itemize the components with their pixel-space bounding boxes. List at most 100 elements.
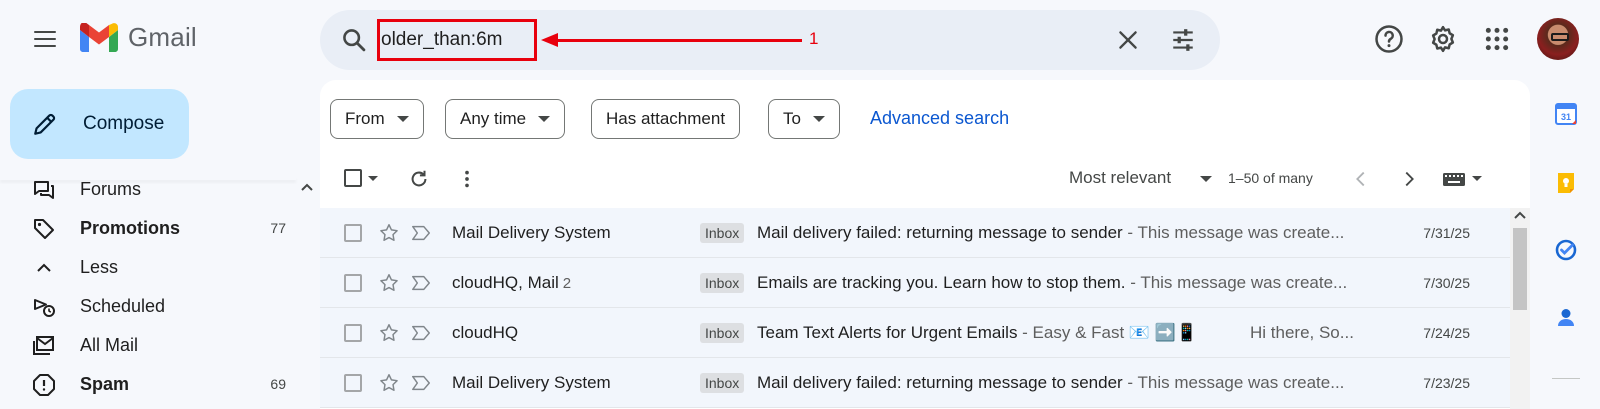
sidebar-item-label: Scheduled — [80, 295, 166, 316]
annotation-arrow-line — [550, 39, 802, 42]
row-checkbox[interactable] — [344, 274, 362, 292]
next-page-icon[interactable] — [1398, 168, 1420, 190]
sidebar-item-spam[interactable]: Spam 69 — [0, 365, 298, 403]
main-panel: From Any time Has attachment To Advanced… — [320, 80, 1530, 409]
thread-count: 2 — [562, 275, 572, 292]
chevron-up-icon — [37, 263, 51, 272]
more-options-icon[interactable] — [456, 168, 478, 190]
promotions-icon — [34, 219, 54, 239]
unread-count: 77 — [270, 220, 286, 236]
label-badge[interactable]: Inbox — [700, 273, 745, 293]
spam-icon — [33, 374, 55, 396]
scheduled-icon — [34, 299, 55, 317]
row-checkbox[interactable] — [344, 324, 362, 342]
gmail-logo[interactable]: Gmail — [80, 22, 197, 53]
email-row[interactable]: cloudHQ, Mail 2 Inbox Emails are tracking… — [320, 258, 1510, 308]
sort-caret-icon[interactable] — [1200, 176, 1212, 182]
sidebar-item-all-mail[interactable]: All Mail — [0, 326, 298, 364]
sidebar-item-label: All Mail — [80, 334, 139, 355]
email-sender: Mail Delivery System — [452, 223, 611, 242]
email-date: 7/23/25 — [1423, 375, 1470, 391]
gmail-m-icon — [80, 23, 118, 52]
sidebar-item-less[interactable]: Less — [0, 248, 298, 286]
chip-label: Has attachment — [606, 109, 726, 128]
settings-icon[interactable] — [1428, 24, 1458, 54]
email-subject: Mail delivery failed: returning message … — [757, 223, 1345, 242]
email-snippet: - This message was create... — [1122, 223, 1345, 242]
importance-marker-icon[interactable] — [410, 324, 432, 342]
chip-label: From — [345, 109, 385, 128]
clear-search-icon[interactable] — [1115, 27, 1141, 53]
tasks-icon[interactable] — [1554, 238, 1578, 262]
sidebar-item-label: Promotions — [80, 217, 181, 238]
email-date: 7/31/25 — [1423, 225, 1470, 241]
dropdown-caret-icon — [396, 116, 409, 122]
email-row[interactable]: Mail Delivery System Inbox Mail delivery… — [320, 358, 1510, 408]
calendar-icon[interactable]: 31 — [1554, 102, 1578, 126]
refresh-icon[interactable] — [408, 168, 430, 190]
email-subject: Mail delivery failed: returning message … — [757, 373, 1345, 392]
svg-text:31: 31 — [1561, 112, 1571, 122]
filter-chip-any-time[interactable]: Any time — [445, 99, 566, 139]
unread-count: 69 — [270, 376, 286, 392]
filter-chip-from[interactable]: From — [330, 99, 424, 139]
search-options-icon[interactable] — [1170, 27, 1196, 53]
compose-button[interactable]: Compose — [10, 89, 189, 159]
email-list-scroll-thumb[interactable] — [1513, 228, 1527, 310]
annotation-number: 1 — [809, 29, 819, 48]
contacts-icon[interactable] — [1554, 306, 1578, 330]
help-icon[interactable] — [1374, 24, 1404, 54]
email-date: 7/24/25 — [1423, 325, 1470, 341]
email-date: 7/30/25 — [1423, 275, 1470, 291]
email-row[interactable]: cloudHQ Inbox Team Text Alerts for Urgen… — [320, 308, 1510, 358]
star-icon[interactable] — [378, 272, 400, 294]
importance-marker-icon[interactable] — [410, 224, 432, 242]
sidebar-item-forums[interactable]: Forums — [0, 170, 298, 208]
email-snippet: - This message was create... — [1125, 273, 1348, 292]
label-badge[interactable]: Inbox — [700, 373, 745, 393]
row-checkbox[interactable] — [344, 374, 362, 392]
filter-chip-has-attachment[interactable]: Has attachment — [591, 99, 741, 139]
star-icon[interactable] — [378, 222, 400, 244]
forums-icon — [34, 181, 54, 199]
input-tools-keyboard-icon[interactable] — [1442, 168, 1466, 190]
sidebar-item-label: Less — [80, 256, 119, 277]
select-dropdown-caret-icon[interactable] — [368, 176, 378, 181]
filter-chip-to[interactable]: To — [768, 99, 840, 139]
advanced-search-link[interactable]: Advanced search — [870, 108, 1009, 129]
row-checkbox[interactable] — [344, 224, 362, 242]
dropdown-caret-icon — [538, 116, 551, 122]
email-sender: Mail Delivery System — [452, 373, 611, 392]
google-apps-icon[interactable] — [1484, 26, 1510, 52]
gmail-wordmark: Gmail — [128, 22, 197, 52]
chip-label: Any time — [460, 109, 527, 128]
sort-dropdown[interactable]: Most relevant — [1069, 168, 1171, 188]
sidebar-item-promotions[interactable]: Promotions 77 — [0, 209, 298, 247]
main-menu-icon[interactable] — [26, 24, 64, 54]
chip-label: To — [783, 109, 801, 128]
compose-label: Compose — [83, 113, 165, 134]
label-badge[interactable]: Inbox — [700, 323, 745, 343]
star-icon[interactable] — [378, 322, 400, 344]
email-row[interactable]: Mail Delivery System Inbox Mail delivery… — [320, 208, 1510, 258]
account-avatar[interactable] — [1537, 18, 1579, 60]
label-badge[interactable]: Inbox — [700, 223, 745, 243]
all-mail-icon — [33, 336, 54, 355]
email-snippet: - This message was create... — [1122, 373, 1345, 392]
email-sender: cloudHQ — [452, 323, 519, 342]
sidebar-item-label: Spam — [80, 373, 130, 394]
keep-icon[interactable] — [1554, 171, 1578, 195]
sidebar-scroll-up-icon[interactable] — [300, 182, 314, 192]
pencil-icon — [34, 113, 56, 135]
email-sender: cloudHQ, Mail 2 — [452, 273, 572, 292]
top-bar: Gmail 1 — [0, 0, 1600, 78]
input-tools-caret-icon[interactable] — [1472, 176, 1482, 181]
select-all-checkbox[interactable] — [344, 169, 362, 187]
sidebar-item-scheduled[interactable]: Scheduled — [0, 287, 298, 325]
importance-marker-icon[interactable] — [410, 274, 432, 292]
star-icon[interactable] — [378, 372, 400, 394]
search-icon[interactable] — [340, 26, 368, 54]
importance-marker-icon[interactable] — [410, 374, 432, 392]
scroll-up-arrow-icon[interactable] — [1514, 211, 1526, 219]
previous-page-icon[interactable] — [1350, 168, 1372, 190]
